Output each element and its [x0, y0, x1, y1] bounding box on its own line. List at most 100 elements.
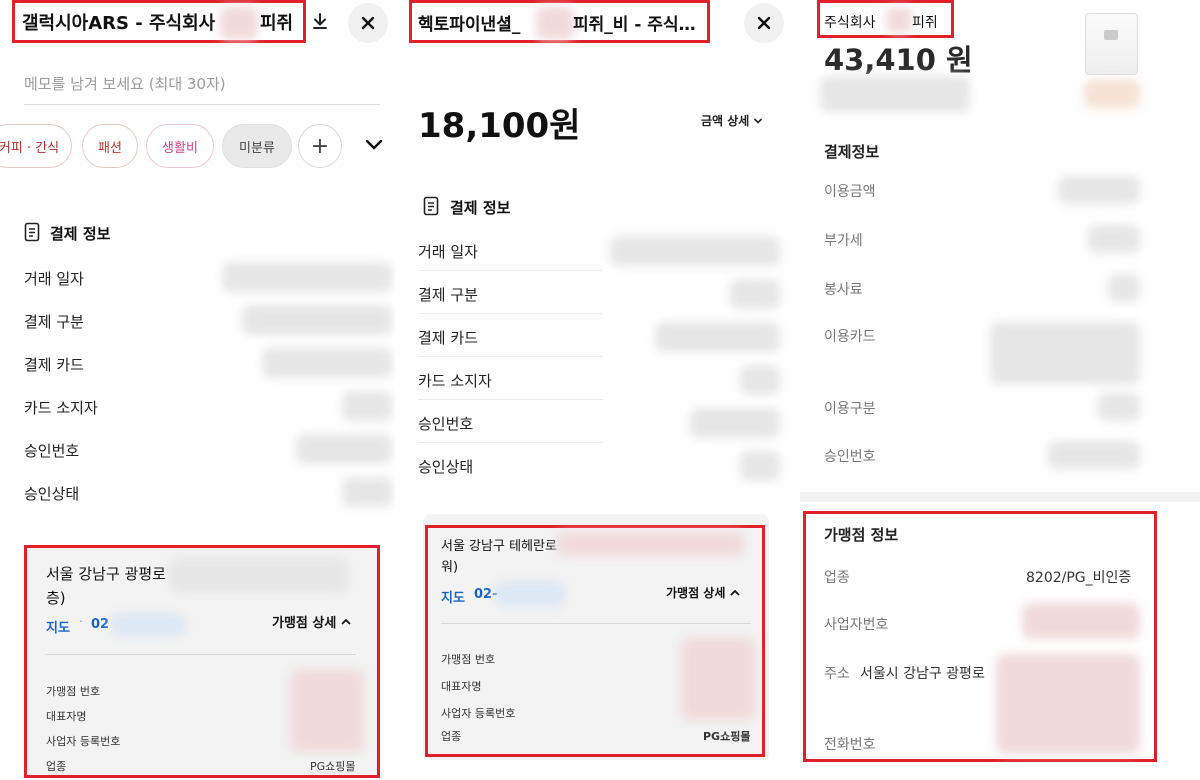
chip-fashion[interactable]: 패션 [82, 124, 138, 168]
chip-uncategorized[interactable]: 미분류 [222, 124, 292, 168]
redacted-value [342, 391, 392, 421]
row-payment-card: 결제 카드 [24, 356, 84, 374]
row-service-charge: 봉사료 [824, 282, 863, 298]
chevron-down-icon [365, 139, 383, 150]
transaction-title: 헥토파이낸셜_ [418, 15, 521, 35]
merchant-phone[interactable]: 02 [91, 617, 109, 632]
row-approval-number: 승인번호 [824, 449, 876, 465]
amount: 43,410 원 [824, 43, 973, 77]
document-icon [24, 222, 40, 246]
redacted-value [730, 279, 780, 309]
chevron-up-icon [341, 618, 351, 625]
close-button[interactable] [348, 3, 388, 43]
close-button[interactable] [744, 3, 784, 43]
merchant-phone[interactable]: 02- [474, 587, 498, 602]
redacted-text [170, 558, 348, 592]
row-payment-type: 결제 구분 [418, 286, 478, 304]
divider [46, 654, 356, 655]
redacted-text [556, 532, 744, 556]
redacted-badge [1084, 80, 1140, 108]
field-business-number: 사업자 등록번호 [46, 735, 121, 748]
redacted-value [655, 322, 780, 352]
merchant-address-end: 워) [441, 560, 459, 575]
map-link[interactable]: 지도 [441, 587, 465, 606]
row-phone: 전화번호 [824, 737, 876, 753]
chip-living-expense[interactable]: 생활비 [146, 124, 214, 168]
payment-info-heading: 결제 정보 [450, 199, 511, 217]
merchant-detail-toggle[interactable]: 가맹점 상세 [272, 612, 352, 631]
amount: 18,100원 [418, 106, 581, 146]
address-value: 서울시 강남구 광평로 [860, 666, 985, 682]
redacted-value [690, 408, 780, 438]
close-icon [757, 16, 771, 30]
row-usage-type: 이용구분 [824, 401, 876, 417]
redacted-value [342, 477, 392, 507]
redacted-value [262, 348, 392, 378]
redacted-value [990, 322, 1140, 384]
redacted-value [740, 451, 780, 481]
redacted-text [886, 7, 912, 33]
card-chip [1104, 30, 1118, 40]
redacted-value [242, 305, 392, 335]
download-icon [313, 13, 327, 29]
redacted-value [1098, 393, 1140, 421]
row-divider [418, 399, 603, 400]
row-divider [418, 313, 603, 314]
category-value: PG쇼핑몰 [310, 760, 356, 773]
download-button[interactable] [302, 3, 338, 39]
chip-add[interactable]: + [298, 124, 342, 168]
transaction-title-end: 피쥐_비 - 주식… [573, 15, 696, 35]
chevron-down-icon [754, 117, 763, 124]
row-approval-status: 승인상태 [418, 458, 474, 476]
payment-info-heading: 결제 정보 [50, 225, 111, 243]
redacted-value [1022, 603, 1140, 639]
row-business-number: 사업자번호 [824, 617, 889, 633]
divider [441, 623, 751, 624]
field-business-number: 사업자 등록번호 [441, 707, 516, 720]
field-category: 업종 [441, 730, 462, 743]
merchant-address: 서울 강남구 테헤란로 [441, 539, 557, 554]
category-value: PG쇼핑몰 [703, 730, 751, 743]
row-payment-card: 결제 카드 [418, 329, 478, 347]
merchant-detail-toggle[interactable]: 가맹점 상세 [666, 584, 741, 601]
field-merchant-number: 가맹점 번호 [441, 653, 496, 666]
redacted-value [610, 236, 780, 266]
merchant-detail-label: 가맹점 상세 [666, 586, 726, 600]
map-link[interactable]: 지도 [46, 617, 70, 636]
redacted-value [1088, 225, 1140, 253]
row-usage-amount: 이용금액 [824, 184, 876, 200]
memo-input[interactable]: 메모를 남겨 보세요 (최대 30자) [24, 73, 226, 94]
transaction-title: 주식회사 [824, 15, 876, 31]
redacted-text [536, 6, 574, 40]
row-divider [418, 442, 603, 443]
memo-underline [24, 104, 380, 105]
transaction-title: 갤럭시아ARS - 주식회사 [22, 13, 216, 34]
row-card-holder: 카드 소지자 [24, 399, 98, 417]
field-representative: 대표자명 [441, 680, 482, 693]
redacted-text [495, 582, 565, 606]
amount-detail-toggle[interactable]: 금액 상세 [701, 112, 763, 129]
chips-expand-button[interactable] [364, 136, 384, 156]
redacted-text [220, 6, 258, 40]
row-approval-number: 승인번호 [418, 415, 474, 433]
merchant-detail-label: 가맹점 상세 [272, 616, 337, 631]
amount-detail-label: 금액 상세 [701, 114, 750, 128]
chip-coffee-snack[interactable]: 커피 · 간식 [0, 124, 72, 168]
business-type-value: 8202/PG_비인증 [1026, 570, 1132, 586]
row-divider [418, 356, 603, 357]
row-transaction-date: 거래 일자 [418, 243, 478, 261]
redacted-value [996, 654, 1140, 754]
redacted-value [1048, 441, 1140, 469]
row-card-holder: 카드 소지자 [418, 372, 492, 390]
field-representative: 대표자명 [46, 710, 87, 723]
chevron-up-icon [730, 589, 741, 596]
redacted-value [740, 365, 780, 395]
row-transaction-date: 거래 일자 [24, 270, 84, 288]
redacted-value [681, 638, 755, 720]
row-payment-type: 결제 구분 [24, 313, 84, 331]
transaction-title-end: 피쥐 [260, 13, 294, 34]
redacted-value [222, 262, 392, 292]
row-approval-number: 승인번호 [24, 442, 80, 460]
section-separator [800, 492, 1200, 502]
panel-hecto-financial: 헥토파이낸셜_ 피쥐_비 - 주식… 18,100원 금액 상세 결제 정보 거… [403, 0, 798, 780]
